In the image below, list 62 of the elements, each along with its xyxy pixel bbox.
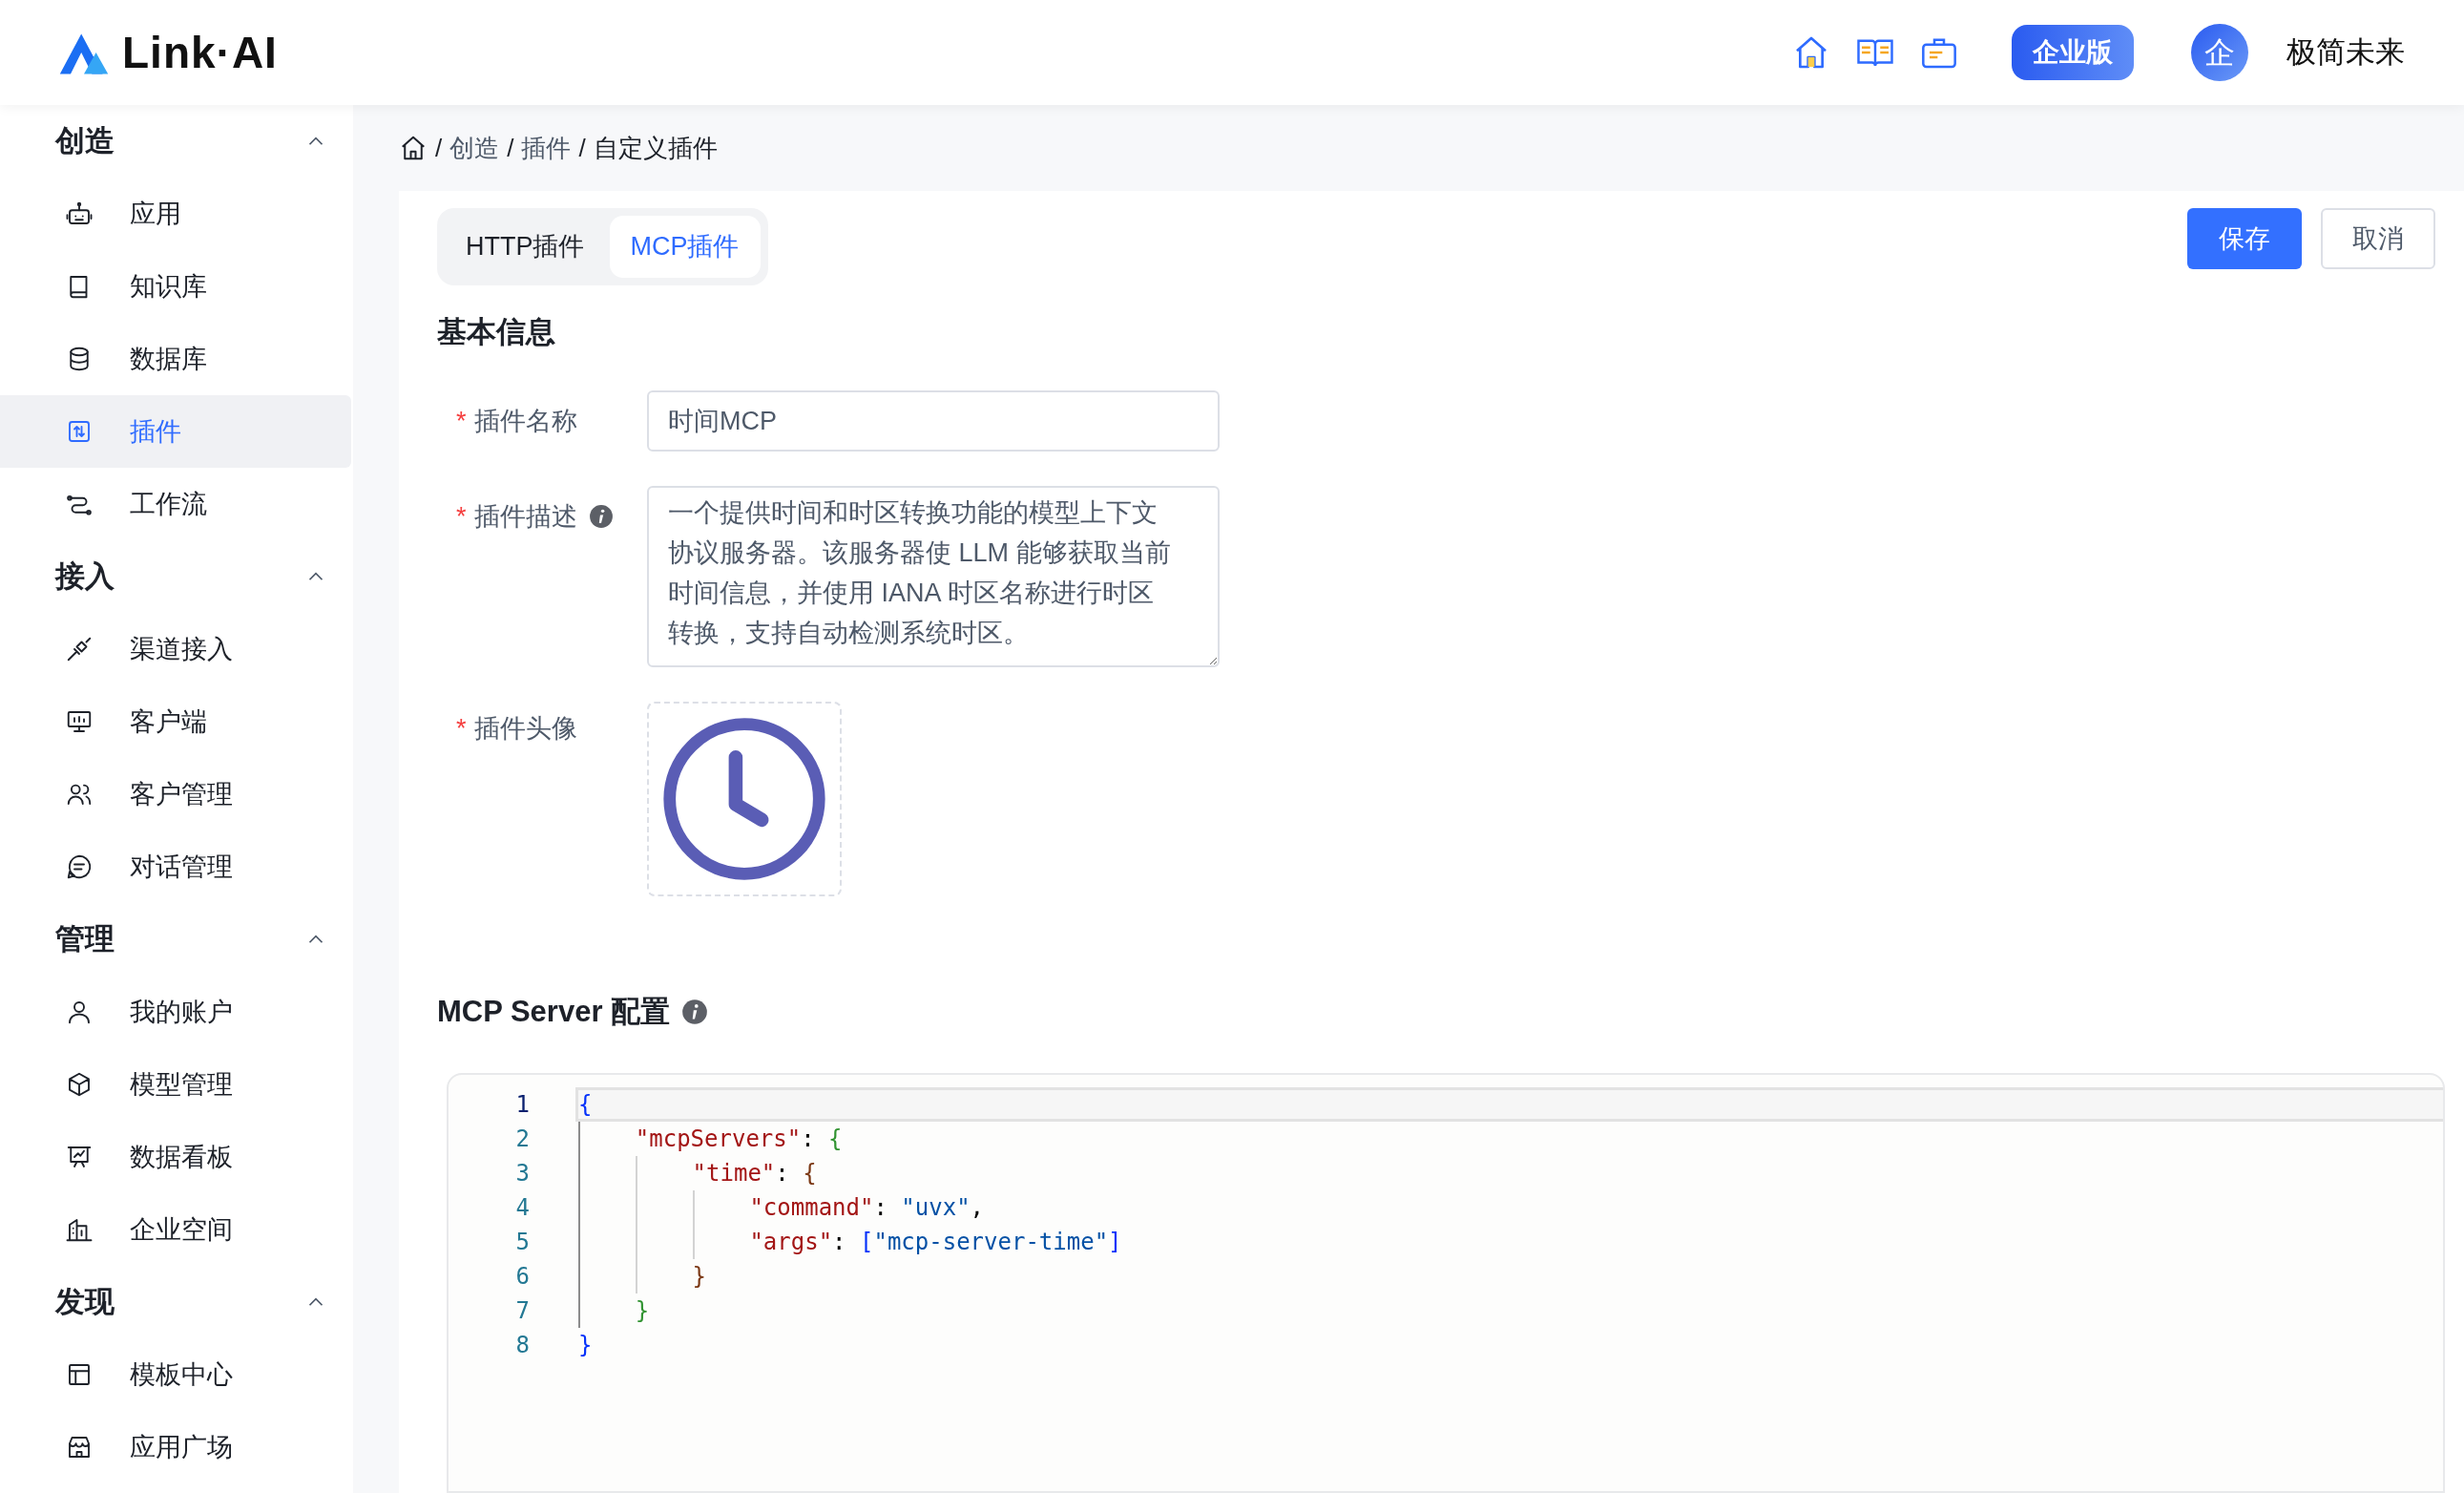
section-title: 创造	[55, 122, 115, 159]
plug-icon	[65, 635, 94, 663]
field-label: 插件头像	[473, 713, 577, 745]
logo-text: Link·AI	[122, 26, 278, 79]
sidebar-item[interactable]: 工作流	[0, 468, 351, 540]
sidebar-item[interactable]: 客户端	[0, 685, 351, 758]
required-mark: *	[456, 501, 467, 533]
breadcrumb-separator: /	[507, 132, 514, 164]
sidebar-item[interactable]: 应用广场	[0, 1411, 351, 1483]
code-line: }	[577, 1330, 594, 1360]
section-title: 基本信息	[437, 313, 556, 350]
chat-icon	[65, 852, 94, 881]
field-label: 插件描述	[473, 501, 577, 533]
breadcrumb-separator: /	[578, 132, 586, 164]
code-editor[interactable]: 1 { 2 "mcpServers": { 3 "time": { 4 "command": "uvx", 5 "args": ["mcp-server-time"] 6 } 7 } 8 }	[447, 1072, 2445, 1493]
line-number: 6	[514, 1261, 530, 1292]
breadcrumb-link[interactable]: 插件	[521, 129, 572, 167]
user-avatar[interactable]: 企	[2191, 24, 2248, 81]
section-title: 发现	[55, 1283, 115, 1320]
sidebar-item[interactable]: 渠道接入	[0, 613, 351, 685]
required-mark: *	[456, 713, 467, 745]
code-line: }	[575, 1293, 2443, 1328]
line-number: 2	[514, 1124, 530, 1154]
sidebar-item[interactable]: 我的账户	[0, 976, 351, 1048]
sidebar-item[interactable]: 客户管理	[0, 758, 351, 831]
sidebar-item[interactable]: 数据看板	[0, 1121, 351, 1193]
text-field[interactable]: 时间MCP	[647, 390, 1220, 452]
enterprise-button[interactable]: 企业版	[2012, 25, 2134, 80]
sidebar-item[interactable]: 数据库	[0, 323, 351, 395]
line-number: 7	[514, 1295, 530, 1326]
sidebar-item[interactable]: 模板中心	[0, 1338, 351, 1411]
save-button[interactable]: 保存	[2187, 208, 2302, 269]
user-name[interactable]: 极简未来	[2287, 30, 2405, 75]
section-title: 管理	[55, 920, 115, 957]
cancel-button[interactable]: 取消	[2321, 208, 2435, 269]
textarea-field[interactable]: 一个提供时间和时区转换功能的模型上下文协议服务器。该服务器使 LLM 能够获取当前时间信息，并使用 IANA 时区名称进行时区转换，支持自动检测系统时区。	[647, 486, 1220, 667]
code-line: "args": ["mcp-server-time"]	[575, 1224, 2443, 1259]
breadcrumb-current: 自定义插件	[593, 132, 718, 164]
sidebar-item[interactable]: 对话管理	[0, 831, 351, 903]
sidebar-item[interactable]: 插件	[0, 395, 351, 468]
sidebar-item[interactable]: 应用	[0, 178, 351, 250]
line-number: 1	[514, 1089, 530, 1120]
required-mark: *	[456, 406, 467, 437]
section-title: 接入	[55, 557, 115, 595]
tab[interactable]: MCP插件	[609, 216, 761, 278]
code-line: "mcpServers": {	[575, 1121, 2443, 1156]
code-line: }	[575, 1258, 2443, 1293]
breadcrumb-separator: /	[435, 132, 443, 164]
line-number: 4	[514, 1192, 530, 1223]
section-title: MCP Server 配置	[437, 994, 671, 1030]
line-number: 8	[514, 1330, 530, 1360]
breadcrumb-link[interactable]: 创造	[449, 129, 500, 167]
sidebar-item[interactable]: 企业空间	[0, 1193, 351, 1266]
sidebar-item[interactable]: 模型管理	[0, 1048, 351, 1121]
code-line: "time": {	[575, 1155, 2443, 1190]
field-label: 插件名称	[473, 406, 577, 437]
line-number: 3	[514, 1158, 530, 1188]
line-number: 5	[514, 1227, 530, 1257]
avatar-upload[interactable]	[647, 702, 842, 896]
sidebar-item[interactable]: 知识库	[0, 250, 351, 323]
tab[interactable]: HTTP插件	[445, 216, 606, 278]
code-line: "command": "uvx",	[575, 1189, 2443, 1225]
